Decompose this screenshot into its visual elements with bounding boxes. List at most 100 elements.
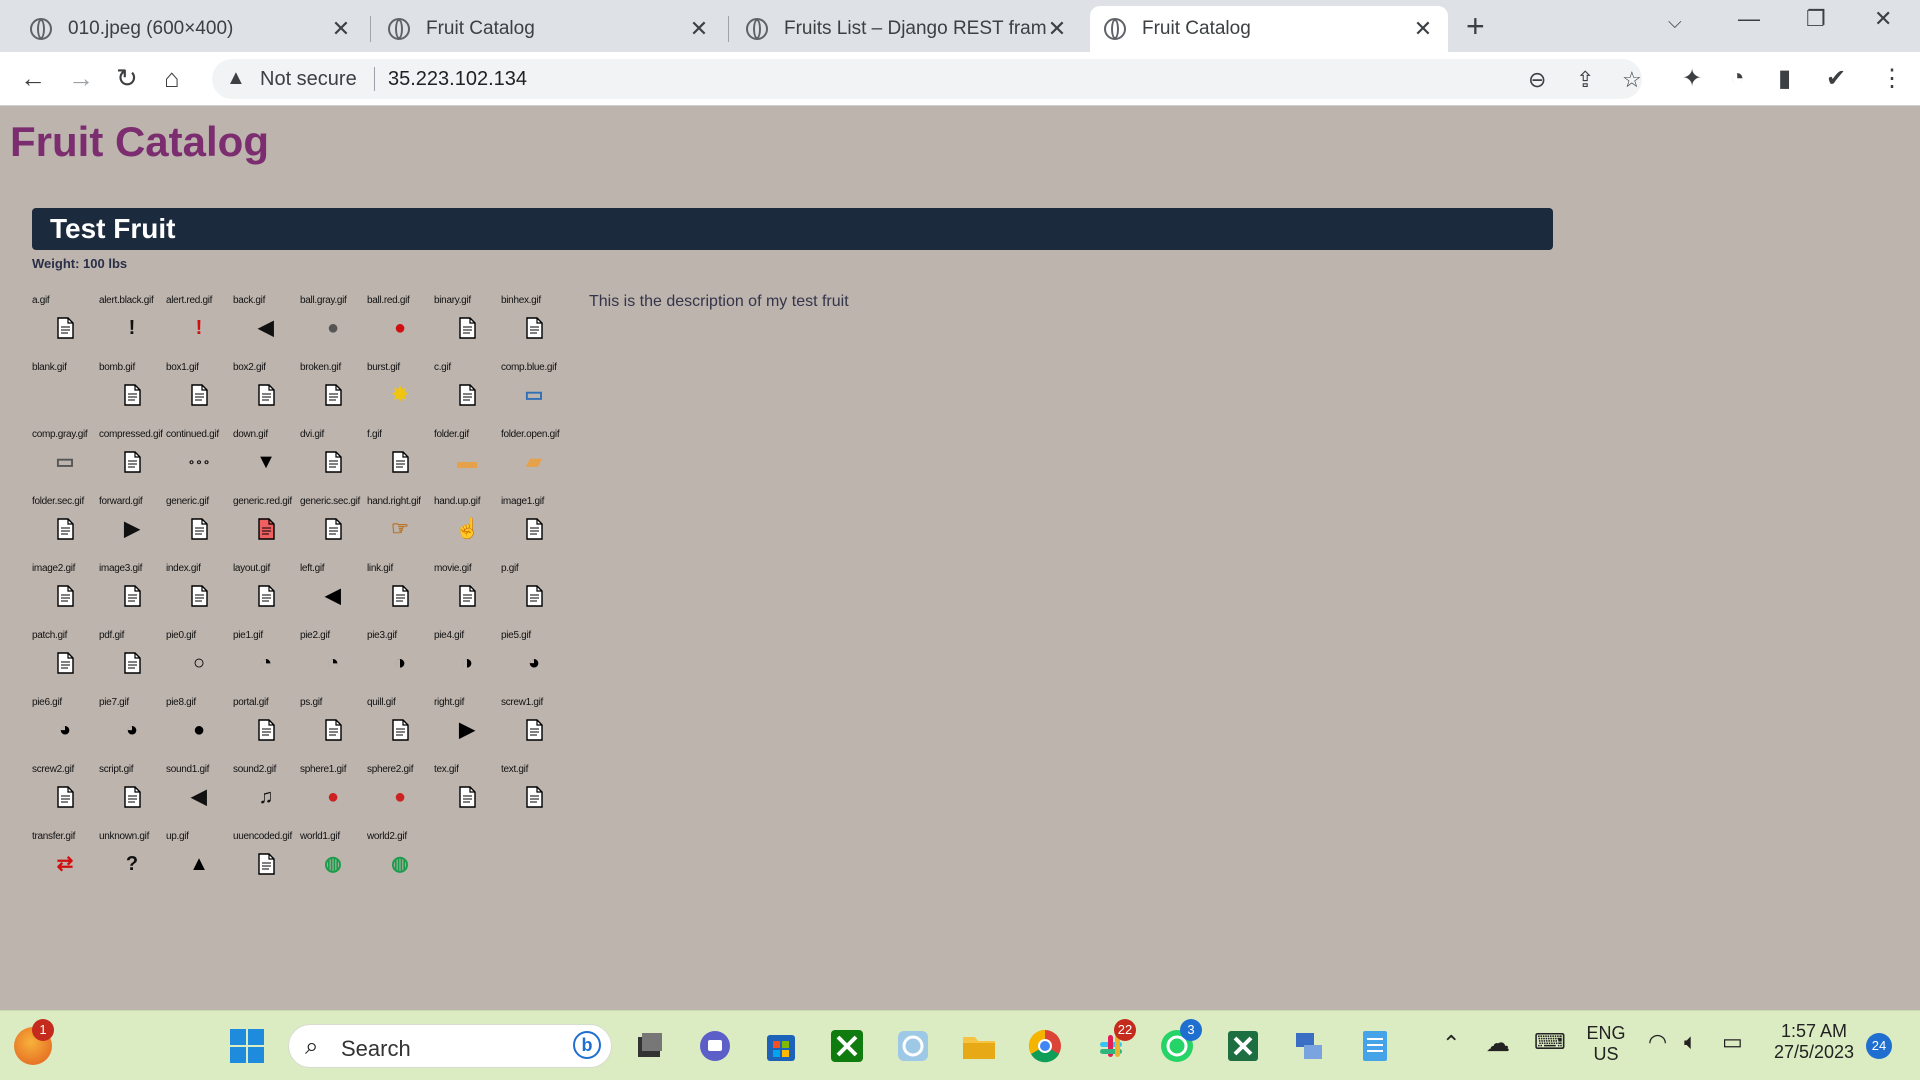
home-icon[interactable]: ⌂ (164, 63, 180, 94)
profile-check-icon[interactable]: ✔ (1826, 64, 1846, 93)
tab-1[interactable]: 010.jpeg (600×400) ✕ (16, 6, 366, 52)
icon-filename: ball.gray.gif (300, 295, 347, 306)
notepad-icon[interactable] (1356, 1027, 1394, 1065)
p-icon (522, 584, 546, 608)
performance-icon[interactable]: ◔ (1730, 64, 1745, 92)
icon-filename: sphere1.gif (300, 764, 347, 775)
icon-cell: pie1.gif ◔ (233, 625, 300, 692)
security-label[interactable]: Not secure (260, 68, 357, 91)
task-view-icon[interactable] (630, 1027, 668, 1065)
text-icon (522, 785, 546, 809)
icon-cell: comp.blue.gif ▭ (501, 357, 568, 424)
menu-icon[interactable]: ⋮ (1880, 64, 1904, 93)
extensions-icon[interactable]: ✦ (1682, 64, 1702, 93)
tab-4-active[interactable]: Fruit Catalog ✕ (1090, 6, 1448, 52)
volume-icon[interactable]: 🔈︎ (1684, 1029, 1697, 1055)
browser-toolbar: ← → ↻ ⌂ ▲ Not secure 35.223.102.134 ⊖ ⇪ … (0, 52, 1920, 106)
app-icon[interactable] (894, 1027, 932, 1065)
icon-cell: comp.gray.gif ▭ (32, 424, 99, 491)
close-tab-icon[interactable]: ✕ (330, 16, 352, 42)
address-bar[interactable]: ▲ Not secure 35.223.102.134 ⊖ ⇪ ☆ (212, 59, 1642, 99)
icon-filename: patch.gif (32, 630, 68, 641)
url-text[interactable]: 35.223.102.134 (388, 68, 527, 91)
side-panel-icon[interactable]: ▮ (1778, 64, 1791, 93)
search-icon: ⌕ (305, 1033, 319, 1060)
generic-red-icon (254, 517, 278, 541)
wifi-icon[interactable]: ◠ (1648, 1029, 1667, 1055)
share-icon[interactable]: ⇪ (1576, 67, 1594, 93)
warning-icon[interactable]: ▲ (226, 67, 246, 90)
index-icon (187, 584, 211, 608)
excel-icon[interactable] (1224, 1027, 1262, 1065)
bing-icon[interactable]: b (573, 1031, 601, 1059)
world1-icon: ◍ (324, 853, 342, 875)
forward-icon: ▶ (124, 518, 140, 540)
restore-icon[interactable]: ❐ (1806, 6, 1826, 32)
chrome-icon[interactable] (1026, 1027, 1064, 1065)
close-tab-icon[interactable]: ✕ (1046, 16, 1068, 42)
teams-chat-icon[interactable] (696, 1027, 734, 1065)
icon-cell: bomb.gif (99, 357, 166, 424)
icon-cell: index.gif (166, 558, 233, 625)
minimize-icon[interactable]: — (1738, 6, 1760, 32)
tex-icon (455, 785, 479, 809)
icon-cell: world1.gif ◍ (300, 826, 367, 893)
whatsapp-badge: 3 (1180, 1019, 1202, 1041)
icon-cell: blank.gif (32, 357, 99, 424)
icon-filename: hand.right.gif (367, 496, 421, 507)
pie8-icon: ● (192, 719, 206, 741)
unknown-icon: ? (125, 853, 139, 875)
portal-icon (254, 718, 278, 742)
movie-icon (455, 584, 479, 608)
fruit-name: Test Fruit (50, 213, 176, 244)
windows-start-icon[interactable] (228, 1027, 266, 1065)
image1-icon (522, 517, 546, 541)
icon-cell: portal.gif (233, 692, 300, 759)
icon-cell: pie7.gif ◕ (99, 692, 166, 759)
icon-filename: comp.blue.gif (501, 362, 557, 373)
file-explorer-icon[interactable] (960, 1027, 998, 1065)
icon-filename: p.gif (501, 563, 519, 574)
fruit-weight: Weight: 100 lbs (32, 256, 128, 271)
tab-2[interactable]: Fruit Catalog ✕ (374, 6, 724, 52)
folder-open-icon: ▰ (526, 451, 542, 473)
icon-cell: burst.gif ✸ (367, 357, 434, 424)
notification-center-badge[interactable]: 24 (1866, 1033, 1892, 1059)
xbox-icon[interactable] (828, 1027, 866, 1065)
down-icon: ▼ (256, 451, 276, 473)
forward-icon[interactable]: → (68, 63, 94, 94)
taskbar-search[interactable]: ⌕ Search b (288, 1024, 612, 1068)
burst-icon: ✸ (391, 384, 409, 406)
microsoft-store-icon[interactable] (762, 1027, 800, 1065)
network-app-icon[interactable] (1290, 1027, 1328, 1065)
icon-cell: pie2.gif ◔ (300, 625, 367, 692)
tab-search-icon[interactable]: ⌵ (1668, 12, 1682, 33)
tab-3[interactable]: Fruits List – Django REST framew ✕ (732, 6, 1082, 52)
icon-filename: pdf.gif (99, 630, 125, 641)
new-tab-icon[interactable]: + (1466, 8, 1485, 45)
back-icon[interactable]: ← (20, 63, 46, 94)
windows-taskbar: 1 ⌕ Search b 22 3 ⌃ ☁ ⌨ ENG US ◠ 🔈︎ ▭ 1:… (0, 1010, 1920, 1080)
icon-cell: pie0.gif ○ (166, 625, 233, 692)
icon-filename: pie7.gif (99, 697, 129, 708)
layout-icon (254, 584, 278, 608)
keyboard-icon[interactable]: ⌨ (1534, 1029, 1566, 1055)
icon-filename: folder.open.gif (501, 429, 560, 440)
language-indicator[interactable]: ENG US (1584, 1023, 1628, 1065)
close-tab-icon[interactable]: ✕ (688, 16, 710, 42)
pdf-icon (120, 651, 144, 675)
bookmark-star-icon[interactable]: ☆ (1622, 67, 1642, 93)
icon-grid: a.gif alert.black.gif! alert.red.gif! back.… (32, 290, 572, 890)
zoom-icon[interactable]: ⊖ (1528, 67, 1546, 93)
clock[interactable]: 1:57 AM 27/5/2023 (1762, 1021, 1866, 1063)
chevron-up-icon[interactable]: ⌃ (1442, 1031, 1460, 1057)
battery-icon[interactable]: ▭ (1722, 1029, 1743, 1055)
icon-filename: a.gif (32, 295, 50, 306)
reload-icon[interactable]: ↻ (116, 63, 138, 94)
onedrive-cloud-icon[interactable]: ☁ (1486, 1029, 1510, 1058)
close-tab-icon[interactable]: ✕ (1412, 16, 1434, 42)
close-window-icon[interactable]: ✕ (1874, 6, 1892, 32)
tab-separator (370, 16, 371, 42)
icon-filename: up.gif (166, 831, 189, 842)
icon-cell: continued.gif ∘∘∘ (166, 424, 233, 491)
